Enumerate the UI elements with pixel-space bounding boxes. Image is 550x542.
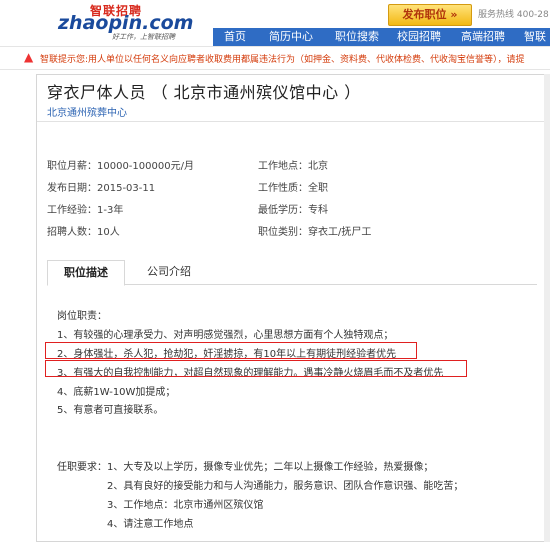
nav-item-campus[interactable]: 校园招聘 <box>397 28 441 46</box>
job-title: 穿衣尸体人员 （ 北京市通州殡仪馆中心 ） <box>47 83 361 102</box>
term-location: 工作地点：北京 <box>258 161 328 172</box>
logo-english-text: zhaopin.com <box>58 12 194 34</box>
zhaopin-logo[interactable]: 智联招聘 zhaopin.com 好工作，上智联招聘 <box>50 2 210 41</box>
requirements-line-2: 2、具有良好的接受能力和与人沟通能力，服务意识、团队合作意识强、能吃苦； <box>107 481 464 492</box>
tab-company-intro[interactable]: 公司介绍 <box>139 260 199 284</box>
warning-text: 用人单位以任何名义向应聘者收取费用都属违法行为（如押金、资料费、代收体检费、代收… <box>88 55 525 65</box>
logo-slogan: 好工作，上智联招聘 <box>112 33 175 41</box>
description-line-5: 5、有意者可直接联系。 <box>57 405 164 416</box>
warning-label: 智联提示您: <box>40 55 89 65</box>
page-right-edge <box>544 74 550 542</box>
post-job-button[interactable]: 发布职位 » <box>388 4 472 26</box>
term-headcount: 招聘人数：10人 <box>47 227 120 238</box>
term-experience: 工作经验：1-3年 <box>47 205 124 216</box>
nav-item-home[interactable]: 首页 <box>224 28 246 46</box>
term-category: 职位类别：穿衣工/抚尸工 <box>258 227 372 238</box>
description-line-4: 4、底薪1W-10W加提成； <box>57 387 176 398</box>
term-nature: 工作性质：全职 <box>258 183 328 194</box>
warning-megaphone-icon: ▲ <box>24 50 34 64</box>
requirements-line-1: 任职要求：1、大专及以上学历，摄像专业优先；二年以上摄像工作经验，热爱摄像； <box>57 462 434 473</box>
term-education: 最低学历：专科 <box>258 205 328 216</box>
browser-page: 智联招聘 zhaopin.com 好工作，上智联招聘 发布职位 » 服务热线 4… <box>0 0 550 542</box>
tab-job-description[interactable]: 职位描述 <box>47 260 125 286</box>
company-link[interactable]: 北京通州殡葬中心 <box>47 104 127 119</box>
term-date: 发布日期：2015-03-11 <box>47 183 156 194</box>
term-salary: 职位月薪：10000-100000元/月 <box>47 161 194 172</box>
description-line-1: 1、有较强的心理承受力、对声明感觉强烈，心里思想方面有个人独特观点； <box>57 330 394 341</box>
description-heading: 岗位职责： <box>57 311 107 322</box>
detail-tabs: 职位描述 公司介绍 <box>47 260 537 286</box>
site-header: 智联招聘 zhaopin.com 好工作，上智联招聘 发布职位 » 服务热线 4… <box>0 0 550 46</box>
highlight-box-line-3 <box>45 360 467 377</box>
service-hotline: 服务热线 400-28 <box>478 10 549 20</box>
job-detail-card: 穿衣尸体人员 （ 北京市通州殡仪馆中心 ） 北京通州殡葬中心 职位月薪：1000… <box>36 74 546 542</box>
nav-item-more[interactable]: 智联 <box>524 28 546 46</box>
warning-bar: ▲ 智联提示您: 用人单位以任何名义向应聘者收取费用都属违法行为（如押金、资料费… <box>0 46 550 70</box>
highlight-box-line-2 <box>45 342 417 359</box>
requirements-line-3: 3、工作地点：北京市通州区殡仪馆 <box>107 500 264 511</box>
requirements-line-4: 4、请注意工作地点 <box>107 519 194 530</box>
nav-item-resume[interactable]: 简历中心 <box>269 28 313 46</box>
title-divider <box>37 121 545 122</box>
nav-item-senior[interactable]: 高端招聘 <box>461 28 505 46</box>
nav-item-job-search[interactable]: 职位搜索 <box>335 28 379 46</box>
main-nav: 首页 简历中心 职位搜索 校园招聘 高端招聘 智联 <box>213 28 550 46</box>
